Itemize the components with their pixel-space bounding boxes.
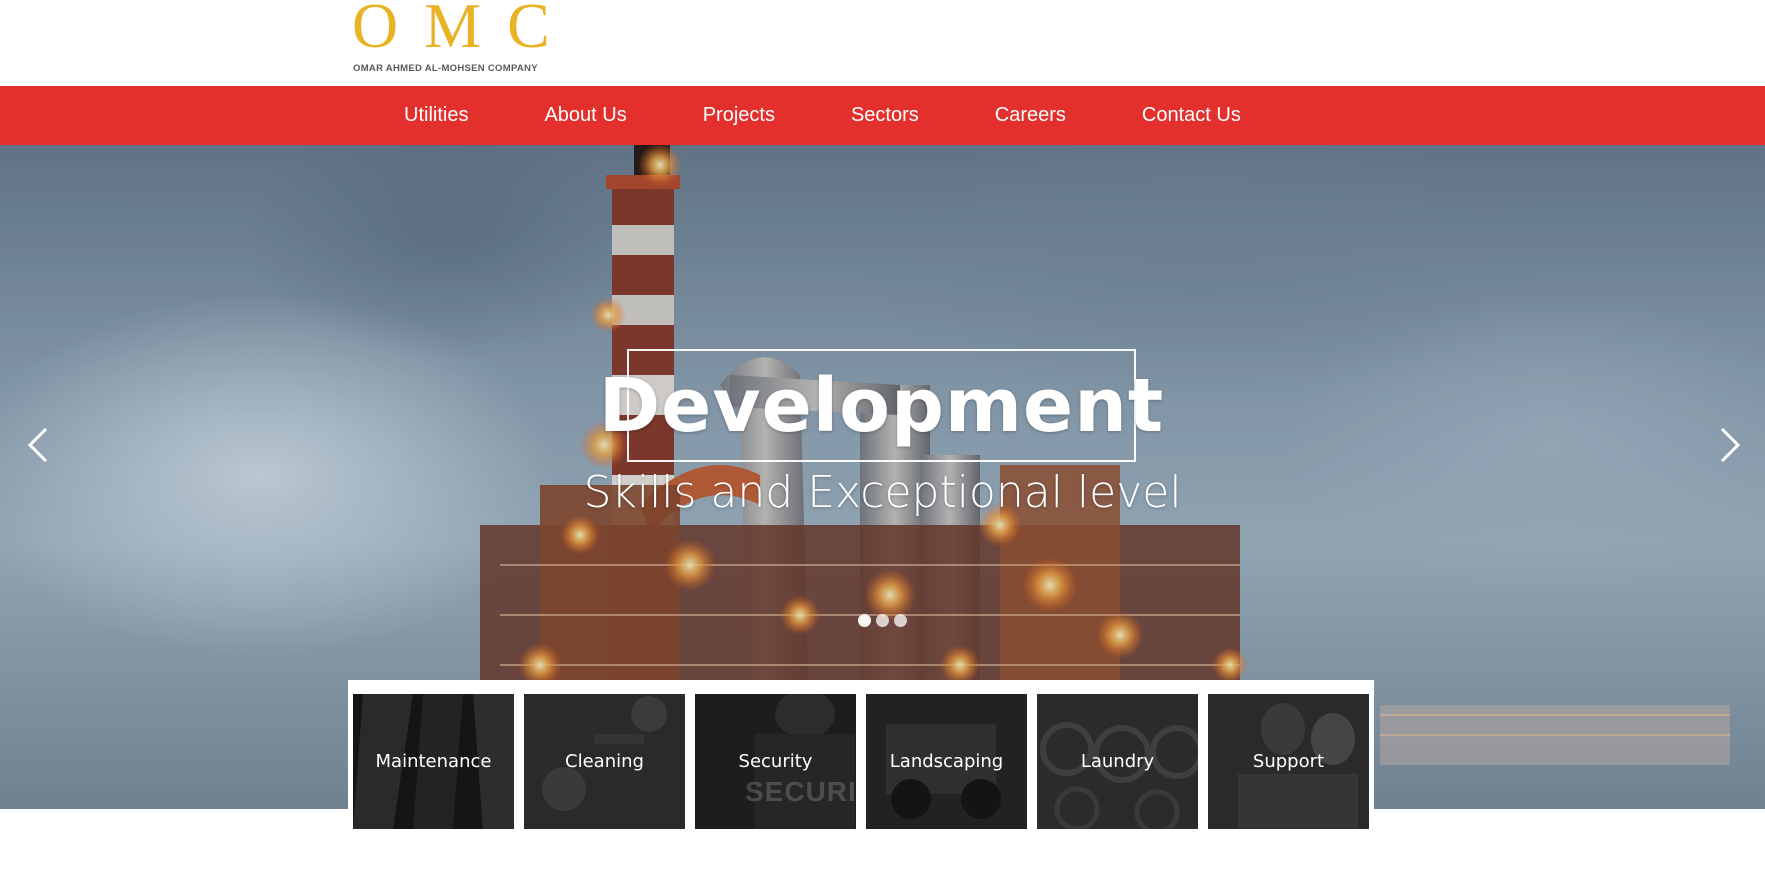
nav-list: Utilities About Us Projects Sectors Care… xyxy=(366,86,1279,145)
nav-item-sectors[interactable]: Sectors xyxy=(813,86,957,145)
slider-dot-2[interactable] xyxy=(876,614,889,627)
nav-item-about-us[interactable]: About Us xyxy=(506,86,664,145)
main-nav: Utilities About Us Projects Sectors Care… xyxy=(0,86,1765,145)
nav-item-utilities[interactable]: Utilities xyxy=(366,86,506,145)
chevron-left-icon xyxy=(27,427,48,463)
company-logo[interactable]: OMC OMAR AHMED AL-MOHSEN COMPANY xyxy=(352,0,552,80)
site-header: OMC OMAR AHMED AL-MOHSEN COMPANY xyxy=(0,0,1765,86)
nav-item-contact-us[interactable]: Contact Us xyxy=(1104,86,1279,145)
slide-title-box: Development xyxy=(599,349,1163,462)
service-tile-landscaping[interactable]: Landscaping xyxy=(866,694,1027,829)
slider-next-button[interactable] xyxy=(1708,425,1748,465)
service-label: Security xyxy=(738,751,813,772)
service-label: Maintenance xyxy=(375,751,492,772)
services-strip: Maintenance Cleaning SECURITY Security L… xyxy=(348,680,1374,831)
service-tile-cleaning[interactable]: Cleaning xyxy=(524,694,685,829)
service-label: Laundry xyxy=(1080,751,1155,772)
slide-title: Development xyxy=(598,362,1165,449)
service-tile-security[interactable]: SECURITY Security xyxy=(695,694,856,829)
service-tile-maintenance[interactable]: Maintenance xyxy=(353,694,514,829)
service-label: Cleaning xyxy=(565,751,644,772)
service-tile-laundry[interactable]: Laundry xyxy=(1037,694,1198,829)
service-label: Support xyxy=(1252,751,1325,772)
nav-item-projects[interactable]: Projects xyxy=(665,86,813,145)
chevron-right-icon xyxy=(1720,427,1741,463)
security-background-text: SECURITY xyxy=(745,776,856,807)
service-tile-support[interactable]: Support xyxy=(1208,694,1369,829)
slider-prev-button[interactable] xyxy=(20,425,60,465)
logo-mark: OMC xyxy=(352,0,576,61)
nav-item-careers[interactable]: Careers xyxy=(957,86,1104,145)
logo-subtitle: OMAR AHMED AL-MOHSEN COMPANY xyxy=(353,63,538,74)
slider-dot-1[interactable] xyxy=(858,614,871,627)
service-label: Landscaping xyxy=(889,751,1004,772)
slider-dots xyxy=(858,614,907,627)
slider-dot-3[interactable] xyxy=(894,614,907,627)
slide-subtitle: Skills and Exceptional level xyxy=(583,467,1182,518)
